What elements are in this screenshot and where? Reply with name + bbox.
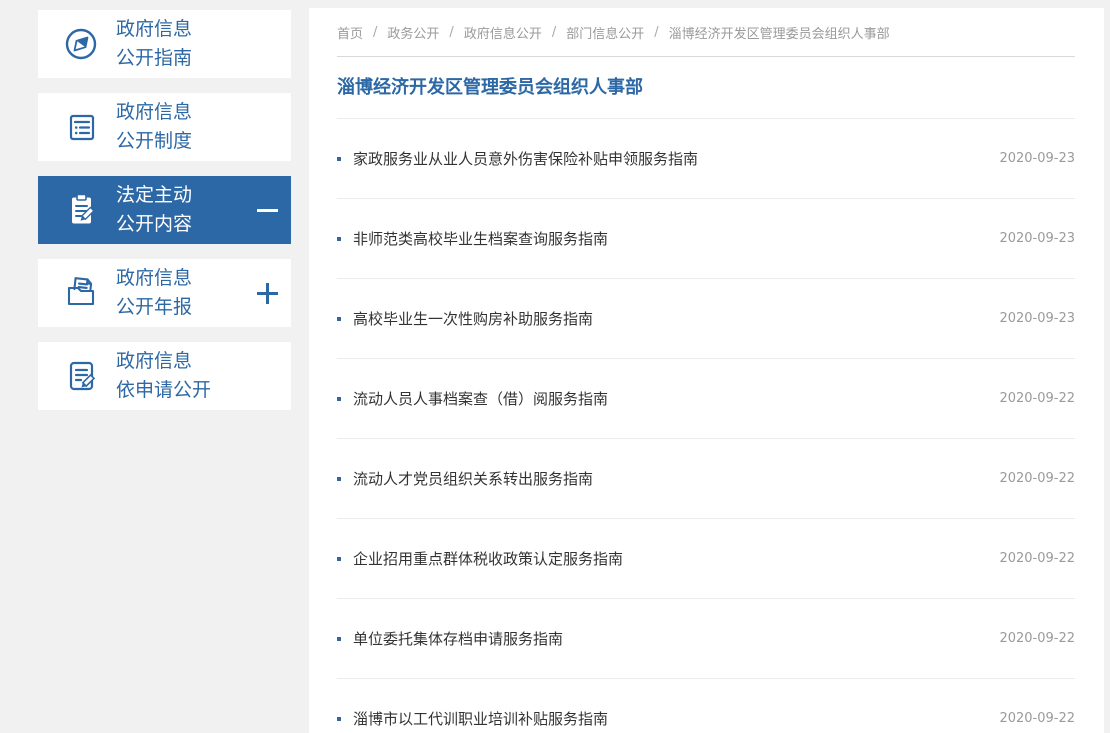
folder-report-icon [61, 273, 101, 313]
article-row: 家政服务业从业人员意外伤害保险补贴申领服务指南 2020-09-23 [337, 119, 1075, 199]
ledger-icon [61, 107, 101, 147]
breadcrumb-department-disclosure[interactable]: 部门信息公开 [566, 23, 644, 42]
bullet-icon [337, 157, 341, 161]
article-row: 高校毕业生一次性购房补助服务指南 2020-09-23 [337, 279, 1075, 359]
article-link[interactable]: 高校毕业生一次性购房补助服务指南 [353, 308, 593, 329]
breadcrumb-home[interactable]: 首页 [337, 23, 363, 42]
article-row: 单位委托集体存档申请服务指南 2020-09-22 [337, 599, 1075, 679]
bullet-icon [337, 237, 341, 241]
plus-bar [266, 283, 268, 304]
content-panel: 首页 / 政务公开 / 政府信息公开 / 部门信息公开 / 淄博经济开发区管理委… [309, 8, 1104, 733]
article-row: 淄博市以工代训职业培训补贴服务指南 2020-09-22 [337, 679, 1075, 733]
article-row: 流动人才党员组织关系转出服务指南 2020-09-22 [337, 439, 1075, 519]
breadcrumb-separator: / [654, 25, 658, 40]
sidebar-item-label: 政府信息 依申请公开 [116, 347, 211, 405]
title-section: 淄博经济开发区管理委员会组织人事部 [337, 57, 1075, 119]
breadcrumb-separator: / [449, 25, 453, 40]
breadcrumb-gov-info-disclosure[interactable]: 政府信息公开 [464, 23, 542, 42]
sidebar-item-disclosure-system[interactable]: 政府信息 公开制度 [38, 93, 291, 161]
page: 政府信息 公开指南 政府信息 公开制度 [0, 0, 1110, 733]
article-date: 2020-09-22 [999, 631, 1075, 646]
document-edit-icon [61, 356, 101, 396]
article-link[interactable]: 流动人才党员组织关系转出服务指南 [353, 468, 593, 489]
article-date: 2020-09-23 [999, 311, 1075, 326]
bullet-icon [337, 397, 341, 401]
sidebar: 政府信息 公开指南 政府信息 公开制度 [38, 10, 291, 425]
article-date: 2020-09-22 [999, 711, 1075, 726]
breadcrumb-current-page[interactable]: 淄博经济开发区管理委员会组织人事部 [669, 23, 890, 42]
breadcrumb-gov-affairs[interactable]: 政务公开 [387, 23, 439, 42]
article-date: 2020-09-22 [999, 471, 1075, 486]
sidebar-item-label: 政府信息 公开指南 [116, 15, 192, 73]
sidebar-item-disclosure-guide[interactable]: 政府信息 公开指南 [38, 10, 291, 78]
sidebar-item-label: 政府信息 公开年报 [116, 264, 192, 322]
breadcrumb-separator: / [373, 25, 377, 40]
article-date: 2020-09-23 [999, 151, 1075, 166]
sidebar-item-statutory-disclosure[interactable]: 法定主动 公开内容 [38, 176, 291, 244]
bullet-icon [337, 637, 341, 641]
article-link[interactable]: 单位委托集体存档申请服务指南 [353, 628, 563, 649]
sidebar-item-label: 政府信息 公开制度 [116, 98, 192, 156]
minus-icon[interactable] [257, 200, 278, 221]
article-list: 家政服务业从业人员意外伤害保险补贴申领服务指南 2020-09-23 非师范类高… [337, 119, 1075, 733]
bullet-icon [337, 557, 341, 561]
page-title: 淄博经济开发区管理委员会组织人事部 [337, 57, 1075, 118]
article-row: 非师范类高校毕业生档案查询服务指南 2020-09-23 [337, 199, 1075, 279]
breadcrumb-separator: / [552, 25, 556, 40]
article-link[interactable]: 流动人员人事档案查（借）阅服务指南 [353, 388, 608, 409]
article-date: 2020-09-23 [999, 231, 1075, 246]
article-date: 2020-09-22 [999, 391, 1075, 406]
article-link[interactable]: 企业招用重点群体税收政策认定服务指南 [353, 548, 623, 569]
bullet-icon [337, 477, 341, 481]
sidebar-item-disclosure-by-request[interactable]: 政府信息 依申请公开 [38, 342, 291, 410]
bullet-icon [337, 317, 341, 321]
clipboard-edit-icon [61, 190, 101, 230]
article-date: 2020-09-22 [999, 551, 1075, 566]
breadcrumb: 首页 / 政务公开 / 政府信息公开 / 部门信息公开 / 淄博经济开发区管理委… [337, 8, 1075, 57]
article-row: 企业招用重点群体税收政策认定服务指南 2020-09-22 [337, 519, 1075, 599]
compass-icon [61, 24, 101, 64]
plus-icon[interactable] [257, 283, 278, 304]
minus-bar [257, 209, 278, 212]
bullet-icon [337, 717, 341, 721]
article-link[interactable]: 非师范类高校毕业生档案查询服务指南 [353, 228, 608, 249]
sidebar-item-annual-report[interactable]: 政府信息 公开年报 [38, 259, 291, 327]
article-link[interactable]: 淄博市以工代训职业培训补贴服务指南 [353, 708, 608, 729]
article-link[interactable]: 家政服务业从业人员意外伤害保险补贴申领服务指南 [353, 148, 698, 169]
article-row: 流动人员人事档案查（借）阅服务指南 2020-09-22 [337, 359, 1075, 439]
sidebar-item-label: 法定主动 公开内容 [116, 181, 192, 239]
